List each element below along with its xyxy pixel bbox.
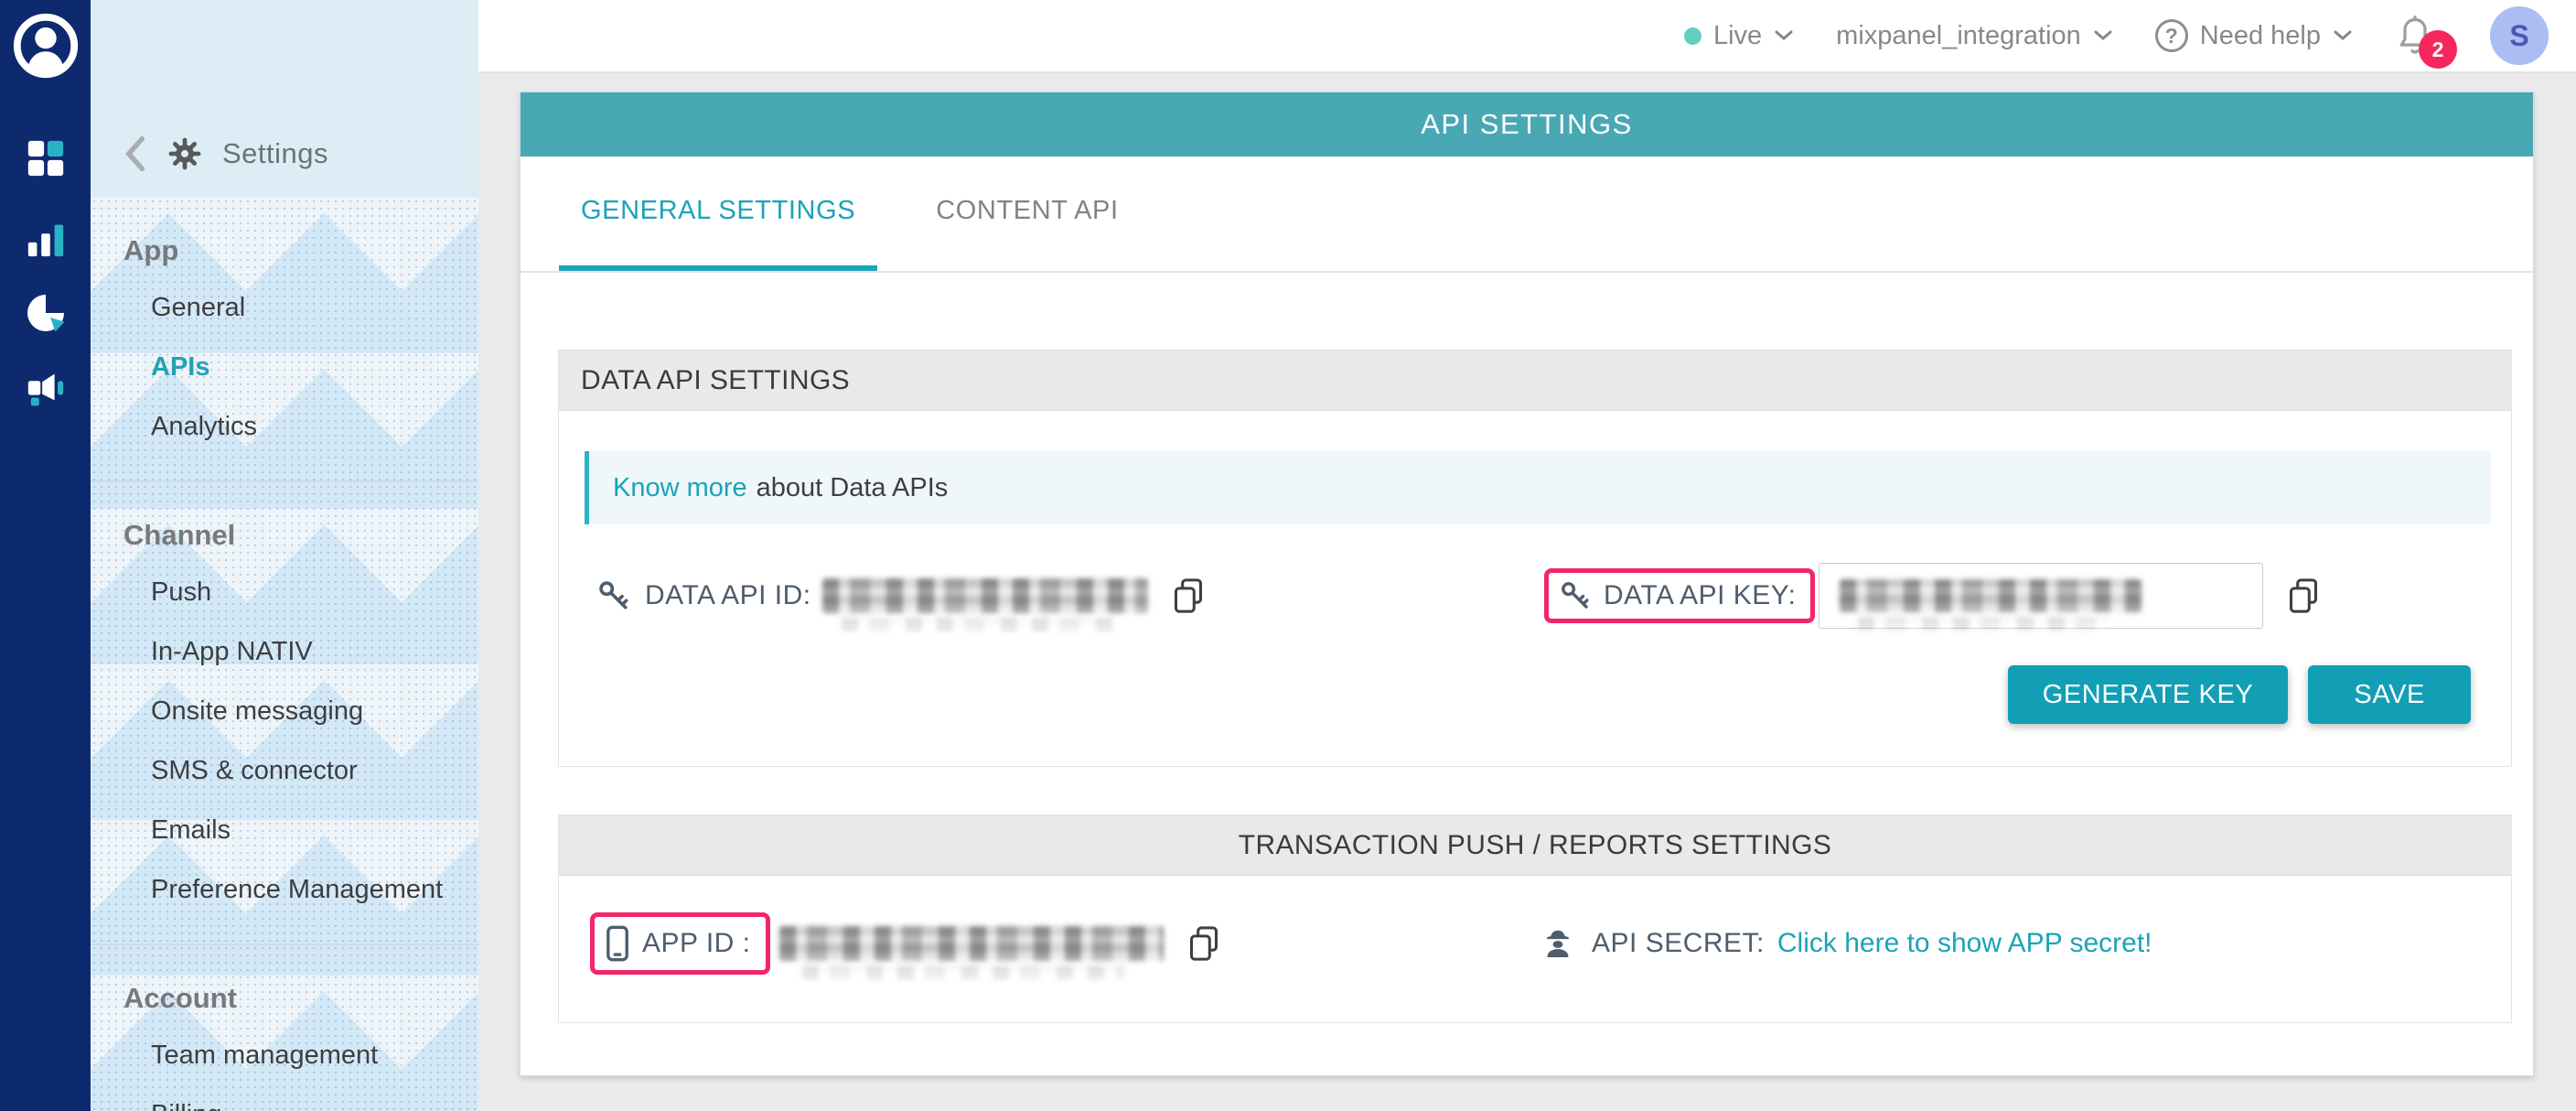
help-menu[interactable]: ? Need help [2155, 19, 2353, 52]
card-body: DATA API SETTINGS Know more about Data A… [521, 273, 2533, 1023]
live-status-dot [1684, 27, 1701, 45]
icon-rail [0, 0, 91, 1111]
data-api-key-value-redacted [1840, 579, 2141, 612]
analytics-icon[interactable] [25, 218, 67, 260]
copy-icon[interactable] [1172, 577, 1205, 614]
data-api-section-body: Know more about Data APIs DATA API ID: [559, 411, 2511, 766]
settings-sidebar: Settings App General APIs Analytics Chan… [91, 0, 478, 1111]
question-circle-icon: ? [2155, 19, 2188, 52]
save-button[interactable]: SAVE [2308, 665, 2471, 724]
gear-icon [167, 136, 202, 171]
topbar: Live mixpanel_integration ? Need help 2 … [478, 0, 2576, 73]
sidebar-item-inapp-nativ[interactable]: In-App NATIV [91, 622, 478, 682]
nav-group-app: App General APIs Analytics [91, 198, 478, 480]
reports-pie-icon[interactable] [24, 291, 68, 335]
api-secret-label: API SECRET: [1592, 928, 1765, 959]
project-name: mixpanel_integration [1836, 21, 2081, 51]
generate-key-button[interactable]: GENERATE KEY [2008, 665, 2289, 724]
api-secret-field: API SECRET: Click here to show APP secre… [1540, 926, 2491, 961]
tab-general-settings[interactable]: GENERAL SETTINGS [559, 156, 877, 271]
page-title: API SETTINGS [521, 92, 2533, 156]
chevron-down-icon [2333, 29, 2353, 42]
nav-heading-channel: Channel [123, 519, 478, 552]
mobile-phone-icon [606, 924, 629, 963]
settings-nav: App General APIs Analytics Channel Push … [91, 198, 478, 1111]
api-settings-card: API SETTINGS GENERAL SETTINGS CONTENT AP… [520, 92, 2534, 1076]
data-api-key-field: DATA API KEY: [1544, 563, 2491, 629]
data-api-settings-section: DATA API SETTINGS Know more about Data A… [558, 350, 2512, 767]
sidebar-item-analytics[interactable]: Analytics [91, 397, 478, 457]
know-more-infobox: Know more about Data APIs [585, 451, 2491, 524]
app-id-highlight-box: APP ID : [590, 912, 770, 975]
notification-count-badge: 2 [2419, 30, 2457, 69]
page-background: API SETTINGS GENERAL SETTINGS CONTENT AP… [478, 73, 2576, 1111]
data-api-row: DATA API ID: [585, 563, 2491, 629]
copy-icon[interactable] [2287, 577, 2320, 614]
transaction-section-title: TRANSACTION PUSH / REPORTS SETTINGS [559, 815, 2511, 876]
data-api-id-value-redacted [822, 578, 1148, 613]
show-app-secret-link[interactable]: Click here to show APP secret! [1777, 928, 2152, 959]
campaigns-megaphone-icon[interactable] [25, 366, 67, 408]
nav-heading-account: Account [123, 982, 478, 1015]
transaction-settings-section: TRANSACTION PUSH / REPORTS SETTINGS APP … [558, 814, 2512, 1023]
nav-group-account: Account Team management Billing [91, 944, 478, 1111]
data-api-key-label: DATA API KEY: [1604, 580, 1796, 611]
key-icon [597, 579, 630, 612]
spy-icon [1540, 926, 1575, 961]
sidebar-item-sms-connector[interactable]: SMS & connector [91, 741, 478, 801]
nav-heading-app: App [123, 234, 478, 267]
environment-label: Live [1713, 21, 1762, 51]
know-more-link[interactable]: Know more [613, 473, 747, 503]
tab-content-api[interactable]: CONTENT API [914, 156, 1140, 271]
help-label: Need help [2200, 21, 2321, 51]
know-more-text: about Data APIs [757, 473, 949, 503]
buttons-row: GENERATE KEY SAVE [585, 665, 2491, 724]
sidebar-item-team-management[interactable]: Team management [91, 1026, 478, 1085]
tab-bar: GENERAL SETTINGS CONTENT API [521, 156, 2533, 273]
user-avatar[interactable]: S [2490, 6, 2549, 65]
data-api-key-highlight-box: DATA API KEY: [1544, 568, 1815, 623]
notifications-button[interactable]: 2 [2395, 14, 2435, 58]
settings-sidebar-header: Settings [91, 0, 478, 198]
app-id-value-redacted [779, 926, 1164, 961]
sidebar-item-push[interactable]: Push [91, 563, 478, 622]
copy-icon[interactable] [1187, 925, 1220, 962]
data-api-section-title: DATA API SETTINGS [559, 351, 2511, 411]
sidebar-item-emails[interactable]: Emails [91, 801, 478, 860]
app-id-label: APP ID : [642, 928, 751, 959]
environment-selector[interactable]: Live [1684, 21, 1794, 51]
sidebar-item-onsite-messaging[interactable]: Onsite messaging [91, 682, 478, 741]
dashboard-icon[interactable] [25, 137, 67, 179]
sidebar-item-apis[interactable]: APIs [91, 338, 478, 397]
data-api-key-input[interactable] [1819, 563, 2263, 629]
nav-group-channel: Channel Push In-App NATIV Onsite messagi… [91, 480, 478, 944]
project-selector[interactable]: mixpanel_integration [1836, 21, 2113, 51]
chevron-down-icon [2093, 29, 2113, 42]
chevron-down-icon [1774, 29, 1794, 42]
back-chevron-icon[interactable] [123, 135, 147, 172]
data-api-id-field: DATA API ID: [585, 577, 1544, 614]
brand-logo-icon[interactable] [13, 13, 79, 79]
sidebar-item-billing[interactable]: Billing [91, 1085, 478, 1111]
data-api-id-label: DATA API ID: [645, 580, 811, 611]
app-id-field: APP ID : [585, 912, 1540, 975]
key-icon [1560, 580, 1591, 611]
sidebar-title: Settings [222, 137, 328, 170]
transaction-section-body: APP ID : [559, 876, 2511, 1022]
sidebar-item-preference-management[interactable]: Preference Management [91, 860, 478, 920]
sidebar-item-general[interactable]: General [91, 278, 478, 338]
